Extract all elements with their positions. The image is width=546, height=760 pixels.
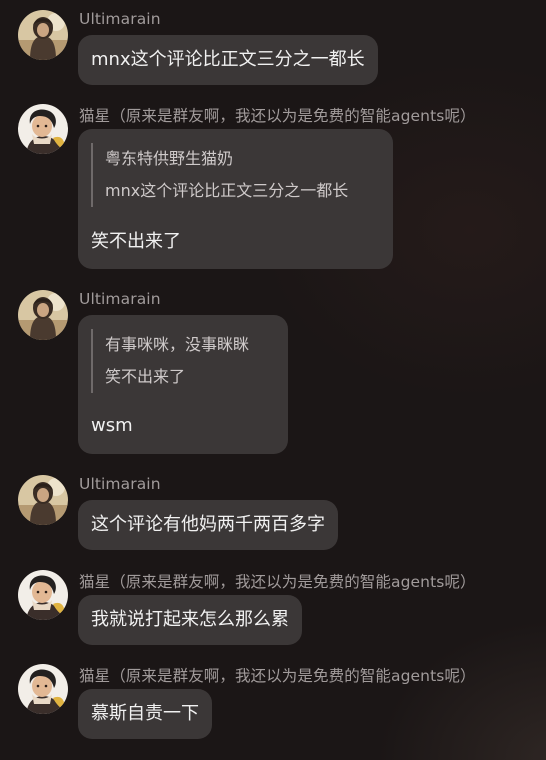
message-text: 笑不出来了 <box>91 231 181 252</box>
message-bubble[interactable]: 这个评论有他妈两千两百多字 <box>78 500 338 550</box>
sender-name[interactable]: Ultimarain <box>79 10 161 28</box>
quote-line: 笑不出来了 <box>105 367 186 386</box>
maoxing-avatar[interactable] <box>18 570 68 620</box>
message-bubble[interactable]: 慕斯自责一下 <box>78 689 212 739</box>
sender-name[interactable]: Ultimarain <box>79 475 161 493</box>
sender-name[interactable]: 猫星（原来是群友啊，我还以为是免费的智能agents呢） <box>79 570 476 592</box>
quoted-message[interactable]: 粤东特供野生猫奶 mnx这个评论比正文三分之一都长 <box>91 143 348 207</box>
ultimarain-avatar[interactable] <box>18 475 68 525</box>
message-text: 慕斯自责一下 <box>91 703 199 724</box>
ultimarain-avatar[interactable] <box>18 290 68 340</box>
sender-name[interactable]: Ultimarain <box>79 290 161 308</box>
message-bubble[interactable]: 粤东特供野生猫奶 mnx这个评论比正文三分之一都长 笑不出来了 <box>78 129 393 269</box>
message-bubble[interactable]: 有事咪咪，没事眯眯 笑不出来了 wsm <box>78 315 288 454</box>
message-text: 这个评论有他妈两千两百多字 <box>91 514 325 535</box>
message-text: wsm <box>91 415 133 436</box>
sender-name[interactable]: 猫星（原来是群友啊，我还以为是免费的智能agents呢） <box>79 104 476 126</box>
quote-line: mnx这个评论比正文三分之一都长 <box>105 181 349 200</box>
sender-name[interactable]: 猫星（原来是群友啊，我还以为是免费的智能agents呢） <box>79 664 476 686</box>
message-bubble[interactable]: mnx这个评论比正文三分之一都长 <box>78 35 378 85</box>
quote-line: 有事咪咪，没事眯眯 <box>105 335 250 354</box>
ultimarain-avatar[interactable] <box>18 10 68 60</box>
quoted-message[interactable]: 有事咪咪，没事眯眯 笑不出来了 <box>91 329 249 393</box>
message-text: mnx这个评论比正文三分之一都长 <box>91 49 365 70</box>
maoxing-avatar[interactable] <box>18 104 68 154</box>
message-bubble[interactable]: 我就说打起来怎么那么累 <box>78 595 302 645</box>
quote-line: 粤东特供野生猫奶 <box>105 149 234 168</box>
maoxing-avatar[interactable] <box>18 664 68 714</box>
message-text: 我就说打起来怎么那么累 <box>91 609 289 630</box>
